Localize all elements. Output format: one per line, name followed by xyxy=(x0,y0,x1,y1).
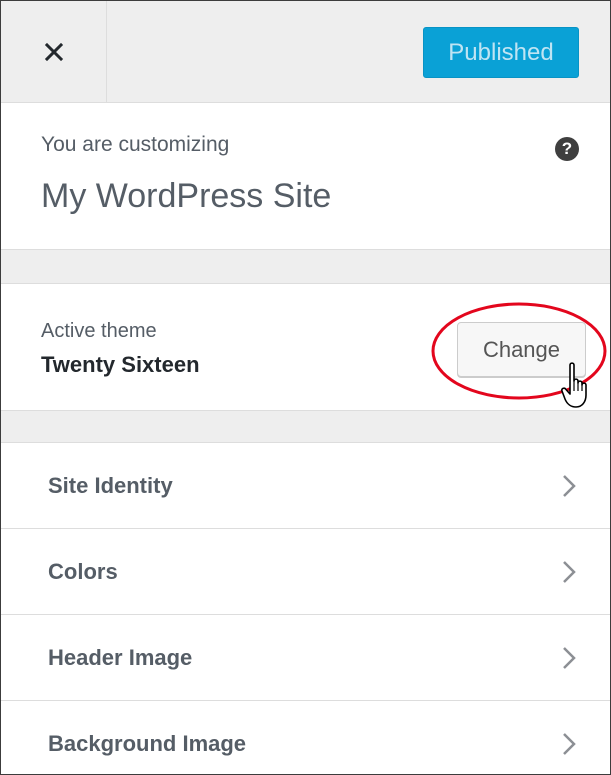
panel-site-identity[interactable]: Site Identity xyxy=(1,443,610,529)
chevron-right-icon xyxy=(563,475,576,497)
active-theme-section: Active theme Twenty Sixteen Change xyxy=(1,283,610,411)
customizer-header: Published xyxy=(1,1,610,103)
panel-header-image[interactable]: Header Image xyxy=(1,615,610,701)
chevron-right-icon xyxy=(563,733,576,755)
chevron-right-icon xyxy=(563,647,576,669)
panel-label: Header Image xyxy=(48,645,193,670)
help-icon[interactable]: ? xyxy=(555,137,579,161)
close-icon xyxy=(44,42,63,61)
chevron-right-icon xyxy=(563,561,576,583)
panel-list: Site Identity Colors Header Image Backgr… xyxy=(1,442,610,774)
active-theme-label: Active theme xyxy=(41,320,157,342)
close-button[interactable] xyxy=(1,1,107,102)
panel-label: Colors xyxy=(48,559,118,584)
hand-cursor-icon xyxy=(561,362,587,408)
customizer-sidebar: Published You are customizing My WordPre… xyxy=(0,0,611,775)
panel-background-image[interactable]: Background Image xyxy=(1,701,610,774)
published-button[interactable]: Published xyxy=(423,27,579,78)
site-title: My WordPress Site xyxy=(41,177,332,215)
panel-colors[interactable]: Colors xyxy=(1,529,610,615)
active-theme-name: Twenty Sixteen xyxy=(41,352,200,377)
panel-label: Site Identity xyxy=(48,473,173,498)
panel-label: Background Image xyxy=(48,731,247,756)
customizing-subtitle: You are customizing xyxy=(41,133,230,156)
customizing-info: You are customizing My WordPress Site ? xyxy=(1,103,610,250)
